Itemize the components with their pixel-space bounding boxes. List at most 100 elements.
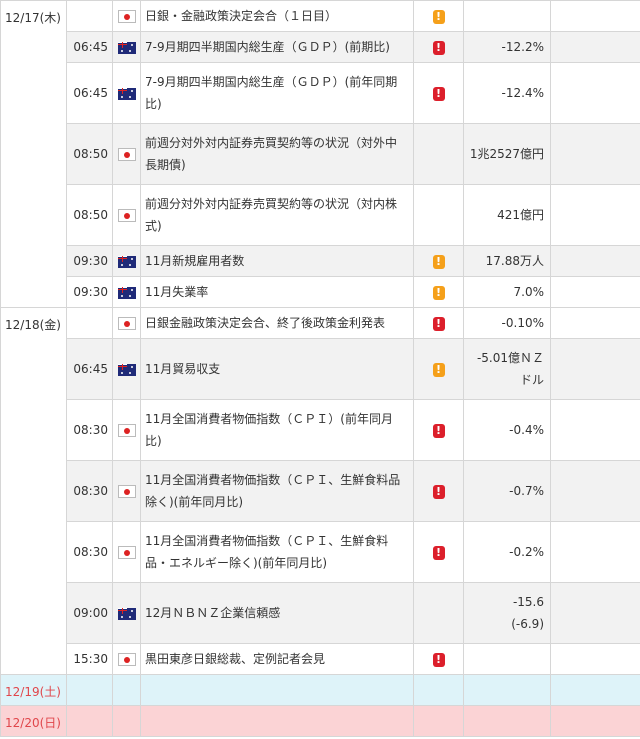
- event-row: 09:30 11月失業率! 7.0%: [1, 276, 640, 308]
- event-name-line: 11月失業率: [145, 285, 209, 299]
- result-value: [550, 521, 640, 583]
- event-name-line: 11月新規雇用者数: [145, 254, 245, 268]
- japan-flag-icon: [117, 10, 136, 23]
- forecast-value: 1兆2527億円: [463, 123, 551, 185]
- flag-detail: [121, 363, 123, 370]
- importance-cell: [413, 582, 464, 644]
- event-time: [66, 307, 113, 339]
- flag-detail: [120, 49, 123, 52]
- flag-detail: [128, 263, 131, 266]
- country-flag-cell: [112, 62, 141, 124]
- event-name: 11月貿易収支: [140, 338, 414, 400]
- event-row: 12/17(木) 日銀・金融政策決定会合（１日目）!: [0, 0, 640, 308]
- event-time: 06:45: [66, 338, 113, 400]
- forecast-line: -5.01億ＮＺ: [476, 351, 544, 365]
- event-time: 08:50: [66, 123, 113, 185]
- event-row: 09:30 11月新規雇用者数! 17.88万人: [1, 245, 640, 277]
- flag-detail: [120, 263, 123, 266]
- forecast-line: 421億円: [497, 208, 544, 222]
- event-name: 12月ＮＢＮＺ企業信頼感: [140, 582, 414, 644]
- event-row: 06:45 7-9月期四半期国内総生産（ＧＤＰ）(前期比)! -12.2%: [1, 31, 640, 63]
- event-name-line: 日銀金融政策決定会合、終了後政策金利発表: [145, 316, 386, 330]
- country-flag-cell: [112, 245, 141, 277]
- event-name: 日銀・金融政策決定会合（１日目）: [140, 0, 414, 32]
- empty-cell: [112, 674, 141, 706]
- importance-cell: !: [413, 460, 464, 522]
- forecast-line: 1兆2527億円: [469, 147, 544, 161]
- event-name: 11月新規雇用者数: [140, 245, 414, 277]
- event-time: 08:30: [66, 460, 113, 522]
- forecast-line: -0.2%: [509, 545, 544, 559]
- flag-detail: [128, 294, 131, 297]
- country-flag-cell: [112, 460, 141, 522]
- empty-cell: [413, 674, 464, 706]
- empty-cell: [550, 705, 640, 737]
- flag-detail: [130, 257, 133, 260]
- new-zealand-flag-icon: [117, 607, 136, 620]
- event-name-line: 7-9月期四半期国内総生産（ＧＤＰ）(前年同期: [145, 75, 398, 89]
- event-name-line: 日銀・金融政策決定会合（１日目）: [145, 9, 338, 23]
- economic-calendar-table: 12/17(木) 日銀・金融政策決定会合（１日目）! 06:45 7-9月期四半期国内…: [0, 0, 640, 737]
- event-name: 前週分対外対内証券売買契約等の状況（対内株 式): [140, 184, 414, 246]
- high-importance-icon: !: [432, 652, 445, 667]
- forecast-value: -0.7%: [463, 460, 551, 522]
- result-value: [550, 643, 640, 675]
- new-zealand-flag-icon: [117, 41, 136, 54]
- australia-flag-icon: [117, 286, 136, 299]
- forecast-line: ドル: [519, 373, 544, 387]
- result-value: [550, 123, 640, 185]
- event-name-line: 比): [145, 434, 162, 448]
- country-flag-cell: [112, 643, 141, 675]
- japan-flag-icon: [117, 209, 136, 222]
- forecast-line: -0.7%: [509, 484, 544, 498]
- new-zealand-flag-icon: [117, 87, 136, 100]
- event-name-line: 前週分対外対内証券売買契約等の状況（対外中: [145, 136, 398, 150]
- country-flag-cell: [112, 521, 141, 583]
- forecast-line: -0.4%: [509, 423, 544, 437]
- event-name-line: 11月全国消費者物価指数（ＣＰＩ）(前年同月: [145, 412, 393, 426]
- event-name: 7-9月期四半期国内総生産（ＧＤＰ）(前年同期 比): [140, 62, 414, 124]
- country-flag-cell: [112, 276, 141, 308]
- event-row: 08:30 11月全国消費者物価指数（ＣＰＩ、生鮮食料 品・エネルギー除く)(前年同…: [1, 521, 640, 583]
- event-name-line: 7-9月期四半期国内総生産（ＧＤＰ）(前期比): [145, 40, 390, 54]
- importance-cell: !: [413, 643, 464, 675]
- event-row: 12/18(金) 日銀金融政策決定会合、終了後政策金利発表! -0.10%: [0, 307, 640, 675]
- event-row: 15:30 黒田東彦日銀総裁、定例記者会見!: [1, 643, 640, 675]
- high-importance-icon: !: [432, 86, 445, 101]
- flag-detail: [121, 41, 123, 48]
- flag-detail: [130, 288, 133, 291]
- event-time: 09:30: [66, 245, 113, 277]
- event-row: 06:45 11月貿易収支! -5.01億ＮＺ ドル: [1, 338, 640, 400]
- result-value: [550, 582, 640, 644]
- empty-cell: [463, 674, 551, 706]
- importance-cell: !: [413, 31, 464, 63]
- event-name-line: 長期債): [145, 158, 186, 172]
- importance-cell: !: [413, 0, 464, 32]
- date-cell: 12/20(日): [0, 705, 67, 737]
- event-name-line: 11月貿易収支: [145, 362, 221, 376]
- event-name: 前週分対外対内証券売買契約等の状況（対外中 長期債): [140, 123, 414, 185]
- event-name-line: 11月全国消費者物価指数（ＣＰＩ、生鮮食料品: [145, 473, 401, 487]
- date-cell: 12/19(土): [0, 674, 67, 706]
- date-cell: 12/18(金): [0, 307, 67, 675]
- importance-cell: !: [413, 245, 464, 277]
- forecast-value: -15.6 (-6.9): [463, 582, 551, 644]
- event-time: 08:50: [66, 184, 113, 246]
- forecast-value: 17.88万人: [463, 245, 551, 277]
- result-value: [550, 0, 640, 32]
- flag-detail: [121, 607, 123, 614]
- date-cell: 12/17(木): [0, 0, 67, 308]
- medium-importance-icon: !: [432, 254, 445, 269]
- result-value: [550, 338, 640, 400]
- event-name: 11月全国消費者物価指数（ＣＰＩ）(前年同月 比): [140, 399, 414, 461]
- forecast-value: -0.2%: [463, 521, 551, 583]
- flag-detail: [128, 95, 131, 98]
- medium-importance-icon: !: [432, 362, 445, 377]
- result-value: [550, 184, 640, 246]
- flag-detail: [120, 294, 123, 297]
- event-name: 11月全国消費者物価指数（ＣＰＩ、生鮮食料 品・エネルギー除く)(前年同月比): [140, 521, 414, 583]
- event-time: 06:45: [66, 31, 113, 63]
- event-name-line: 前週分対外対内証券売買契約等の状況（対内株: [145, 197, 398, 211]
- forecast-line: (-6.9): [511, 617, 544, 631]
- event-time: 15:30: [66, 643, 113, 675]
